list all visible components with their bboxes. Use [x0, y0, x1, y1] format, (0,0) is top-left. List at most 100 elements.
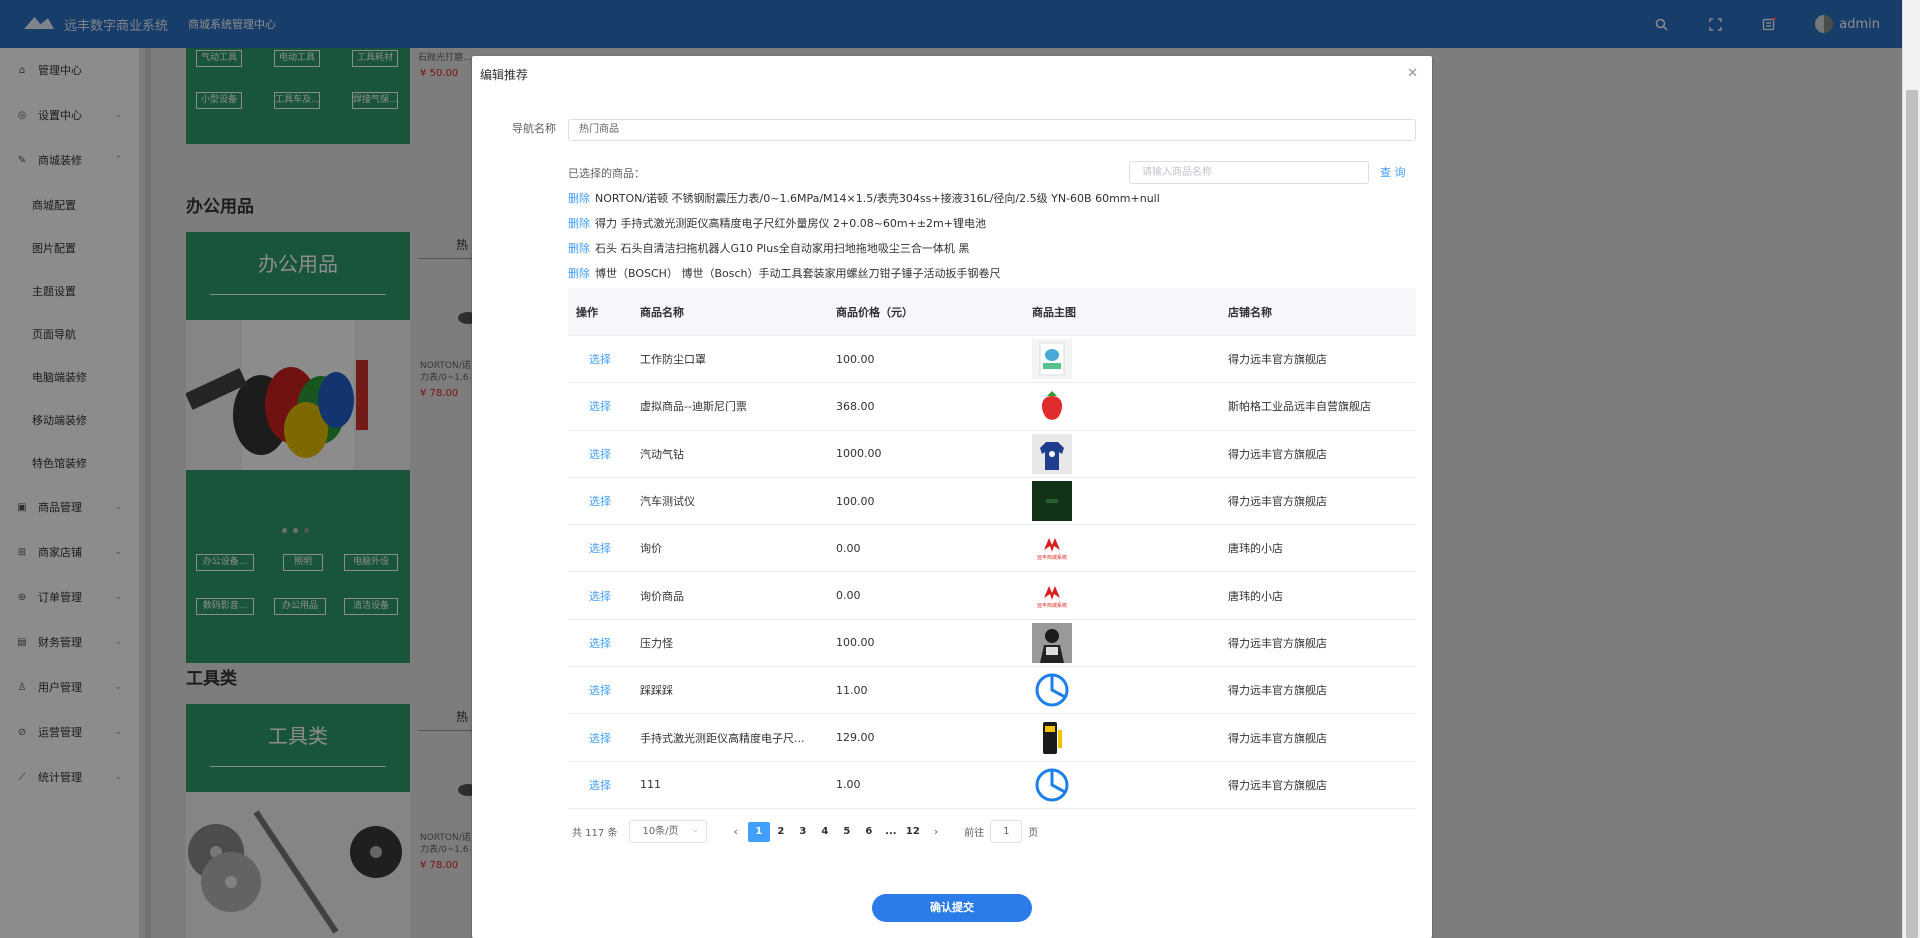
table-row: 选择 汽车测试仪 100.00 得力远丰官方旗舰店 [568, 478, 1416, 526]
vertical-scrollbar[interactable] [1902, 0, 1920, 938]
page-ellipsis[interactable]: ... [880, 822, 902, 842]
select-link[interactable]: 选择 [568, 730, 632, 746]
pie-chart-icon [1032, 765, 1072, 805]
shop-name: 斯帕格工业品远丰自营旗舰店 [1228, 400, 1371, 414]
selected-product-name: 博世（BOSCH） 博世（Bosch）手动工具套装家用螺丝刀钳子锤子活动扳手钢卷… [595, 267, 1001, 280]
selected-product-name: NORTON/诺顿 不锈钢耐震压力表/0~1.6MPa/M14×1.5/表壳30… [595, 192, 1160, 205]
selected-products-label: 已选择的商品： [568, 167, 645, 180]
search-button[interactable]: 查 询 [1380, 164, 1406, 180]
prev-page-icon[interactable]: ‹ [733, 825, 737, 838]
product-image [1032, 481, 1072, 522]
page-button[interactable]: 6 [858, 822, 880, 842]
scrollbar-thumb[interactable] [1906, 90, 1918, 938]
delete-link[interactable]: 删除 [568, 217, 590, 230]
product-image [1032, 386, 1072, 427]
close-icon[interactable]: ✕ [1407, 66, 1418, 81]
pagination: 共 117 条 10条/页 ‹ 1 2 3 4 5 6 ... 12 › 前往 … [572, 819, 1039, 843]
product-price: 1000.00 [836, 447, 882, 461]
table-row: 选择 111 1.00 得力远丰官方旗舰店 [568, 762, 1416, 809]
shop-name: 得力远丰官方旗舰店 [1228, 495, 1327, 509]
delete-link[interactable]: 删除 [568, 192, 590, 205]
product-price: 0.00 [836, 589, 861, 603]
select-link[interactable]: 选择 [568, 493, 632, 509]
table-row: 选择 手持式激光测距仪高精度电子尺... 129.00 得力远丰官方旗舰店 [568, 714, 1416, 762]
product-name: 工作防尘口罩 [640, 353, 706, 367]
confirm-submit-button[interactable]: 确认提交 [872, 894, 1032, 922]
select-link[interactable]: 选择 [568, 682, 632, 698]
delete-link[interactable]: 删除 [568, 267, 590, 280]
product-image [1032, 339, 1072, 380]
product-image: 远丰商城系统 [1032, 575, 1072, 616]
goto-prefix: 前往 [964, 828, 985, 839]
product-price: 100.00 [836, 352, 875, 366]
col-header: 操作 [576, 305, 598, 319]
selected-product-name: 得力 手持式激光测距仪高精度电子尺红外量房仪 2+0.08~60m+±2m+锂电… [595, 217, 986, 230]
page-button[interactable]: 4 [814, 822, 836, 842]
selected-product: 删除 NORTON/诺顿 不锈钢耐震压力表/0~1.6MPa/M14×1.5/表壳… [568, 190, 1160, 206]
page-button[interactable]: 1 [747, 821, 770, 842]
shop-name: 得力远丰官方旗舰店 [1228, 636, 1327, 650]
product-price: 0.00 [836, 541, 861, 555]
shop-name: 唐玮的小店 [1228, 542, 1283, 556]
page-button[interactable]: 2 [770, 822, 792, 842]
delete-link[interactable]: 删除 [568, 242, 590, 255]
product-price: 368.00 [836, 399, 875, 413]
col-header: 商品名称 [640, 305, 684, 319]
col-header: 店铺名称 [1228, 305, 1272, 319]
table-row: 选择 踩踩踩 11.00 得力远丰官方旗舰店 [568, 667, 1416, 715]
select-link[interactable]: 选择 [568, 540, 632, 556]
col-header: 商品主图 [1032, 305, 1076, 319]
image-logo-text: 远丰商城系统 [1036, 555, 1067, 562]
selected-product: 删除 石头 石头自清洁扫拖机器人G10 Plus全自动家用扫地拖地吸尘三合一体机 … [568, 240, 969, 256]
product-image: 远丰商城系统 [1032, 528, 1072, 569]
product-image [1032, 717, 1072, 758]
pie-chart-icon [1032, 670, 1072, 710]
selected-product: 删除 得力 手持式激光测距仪高精度电子尺红外量房仪 2+0.08~60m+±2m+… [568, 215, 986, 231]
shop-name: 唐玮的小店 [1228, 589, 1283, 603]
goto-suffix: 页 [1028, 828, 1039, 839]
select-link[interactable]: 选择 [568, 446, 632, 462]
product-image [1032, 433, 1072, 474]
select-link[interactable]: 选择 [568, 635, 632, 651]
table-row: 选择 询价商品 0.00 远丰商城系统 唐玮的小店 [568, 572, 1416, 620]
product-name: 手持式激光测距仪高精度电子尺... [640, 731, 805, 745]
product-table: 操作 商品名称 商品价格（元） 商品主图 店铺名称 选择 工作防尘口罩 100.… [568, 288, 1416, 809]
shop-name: 得力远丰官方旗舰店 [1228, 684, 1327, 698]
nav-name-input[interactable]: 热门商品 [568, 119, 1416, 141]
selected-product: 删除 博世（BOSCH） 博世（Bosch）手动工具套装家用螺丝刀钳子锤子活动扳手… [568, 265, 1000, 281]
select-link[interactable]: 选择 [568, 777, 632, 793]
page-size-select[interactable]: 10条/页 [629, 819, 708, 843]
selected-product-name: 石头 石头自清洁扫拖机器人G10 Plus全自动家用扫地拖地吸尘三合一体机 黑 [595, 242, 970, 255]
product-price: 100.00 [836, 494, 875, 508]
select-link[interactable]: 选择 [568, 588, 632, 604]
next-page-icon[interactable]: › [934, 825, 938, 838]
shop-name: 得力远丰官方旗舰店 [1228, 731, 1327, 745]
shop-name: 得力远丰官方旗舰店 [1228, 353, 1327, 367]
page-button[interactable]: 5 [836, 822, 858, 842]
search-input[interactable]: 请输入商品名称 [1129, 161, 1369, 184]
product-name: 压力怪 [640, 636, 673, 650]
product-price: 11.00 [836, 683, 868, 697]
shop-name: 得力远丰官方旗舰店 [1228, 778, 1327, 792]
table-row: 选择 压力怪 100.00 得力远丰官方旗舰店 [568, 620, 1416, 668]
page-button[interactable]: 12 [902, 822, 924, 842]
product-price: 129.00 [836, 731, 875, 745]
edit-recommend-dialog: 编辑推荐 ✕ 导航名称 热门商品 已选择的商品： 请输入商品名称 查 询 删除 N… [472, 56, 1432, 938]
product-name: 踩踩踩 [640, 684, 673, 698]
image-logo-text: 远丰商城系统 [1036, 602, 1067, 609]
select-link[interactable]: 选择 [568, 398, 632, 414]
table-row: 选择 汽动气钻 1000.00 得力远丰官方旗舰店 [568, 431, 1416, 478]
product-price: 1.00 [836, 778, 861, 792]
goto-page-input[interactable]: 1 [990, 820, 1023, 843]
table-row: 选择 询价 0.00 远丰商城系统 唐玮的小店 [568, 525, 1416, 573]
table-row: 选择 虚拟商品--迪斯尼门票 368.00 斯帕格工业品远丰自营旗舰店 [568, 383, 1416, 431]
total-count: 共 117 条 [572, 828, 618, 839]
page-button[interactable]: 3 [792, 822, 814, 842]
product-name: 汽动气钻 [640, 447, 684, 461]
col-header: 商品价格（元） [836, 305, 913, 319]
product-name: 111 [640, 778, 661, 792]
product-image [1032, 622, 1072, 663]
table-header: 操作 商品名称 商品价格（元） 商品主图 店铺名称 [568, 288, 1416, 336]
select-link[interactable]: 选择 [568, 351, 632, 367]
shop-name: 得力远丰官方旗舰店 [1228, 447, 1327, 461]
